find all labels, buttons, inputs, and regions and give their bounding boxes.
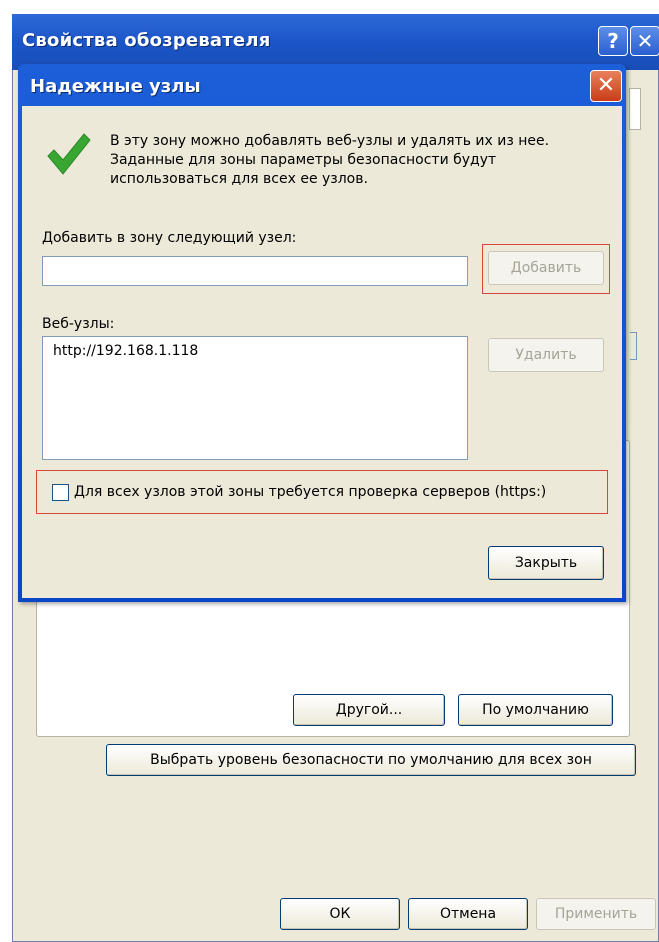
trusted-sites-body: В эту зону можно добавлять веб-узлы и уд… [22,106,622,598]
add-site-label: Добавить в зону следующий узел: [42,230,297,246]
trusted-sites-dialog: Надежные узлы ✕ В эту зону можно добавля… [18,64,626,602]
sites-list[interactable]: http://192.168.1.118 [42,336,468,460]
internet-options-titlebar: Свойства обозревателя ? ✕ [12,14,659,70]
default-all-zones-button[interactable]: Выбрать уровень безопасности по умолчани… [106,744,636,776]
internet-options-title: Свойства обозревателя [22,30,271,51]
zone-list-edge [630,332,637,360]
ok-button[interactable]: ОК [280,898,400,930]
add-site-input[interactable] [42,256,468,286]
sites-label: Веб-узлы: [42,316,115,332]
cancel-button[interactable]: Отмена [408,898,528,930]
https-checkbox[interactable] [52,484,69,501]
remove-button[interactable]: Удалить [488,338,604,372]
internet-options-close-button[interactable]: ✕ [630,26,659,56]
default-level-button[interactable]: По умолчанию [458,694,613,726]
list-item[interactable]: http://192.168.1.118 [53,343,198,359]
tab-edge [629,88,641,130]
add-button[interactable]: Добавить [488,251,604,285]
custom-level-button[interactable]: Другой... [293,694,445,726]
close-button[interactable]: Закрыть [488,546,604,580]
zone-info-text: В эту зону можно добавлять веб-узлы и уд… [110,133,550,187]
trusted-sites-close-icon[interactable]: ✕ [590,70,622,102]
apply-button[interactable]: Применить [536,898,656,930]
help-button[interactable]: ? [598,26,628,56]
checkmark-icon [47,133,91,175]
https-checkbox-label[interactable]: Для всех узлов этой зоны требуется прове… [74,484,546,500]
trusted-sites-title: Надежные узлы [30,76,201,97]
